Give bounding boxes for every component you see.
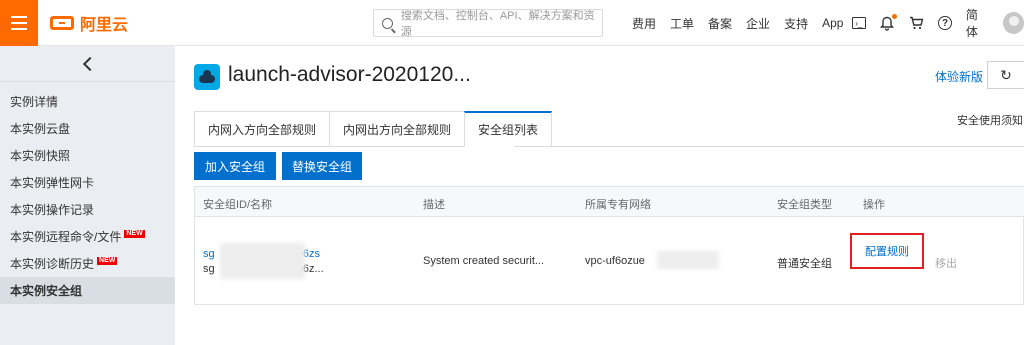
column-header-id-name: 安全组ID/名称 — [203, 199, 273, 211]
nav-link-icp[interactable]: 备案 — [708, 15, 732, 32]
cart-icon[interactable] — [909, 15, 924, 31]
terminal-icon[interactable]: ›_ — [852, 17, 866, 29]
name-prefix: sg — [203, 263, 215, 275]
search-placeholder: 搜索文档、控制台、API、解决方案和资源 — [400, 10, 595, 38]
tab-bar: 内网入方向全部规则 内网出方向全部规则 安全组列表 — [194, 111, 553, 147]
sidebar-item-operation-log[interactable]: 本实例操作记录 — [0, 196, 175, 223]
configure-rules-link[interactable]: 配置规则 — [865, 243, 909, 259]
replace-security-group-button[interactable]: 替换安全组 — [282, 152, 362, 180]
add-security-group-button[interactable]: 加入安全组 — [194, 152, 276, 180]
description-cell: System created securit... — [423, 255, 545, 267]
sidebar-item-label: 本实例弹性网卡 — [10, 176, 95, 190]
logo-text: 阿里云 — [80, 17, 129, 34]
nav-link-enterprise[interactable]: 企业 — [746, 15, 770, 32]
instance-icon — [194, 64, 220, 90]
chevron-left-icon — [82, 56, 97, 71]
sidebar-item-diagnosis-history[interactable]: 本实例诊断历史 NEW — [0, 250, 175, 277]
table-header: 安全组ID/名称 描述 所属专有网络 安全组类型 操作 — [195, 187, 1024, 217]
sidebar-item-snapshots[interactable]: 本实例快照 — [0, 142, 175, 169]
nav-link-billing[interactable]: 费用 — [632, 15, 656, 32]
notification-dot — [891, 14, 897, 19]
search-input[interactable]: 搜索文档、控制台、API、解决方案和资源 — [373, 9, 603, 38]
nav-links: 费用 工单 备案 企业 支持 App — [632, 0, 843, 46]
id-prefix: sg — [203, 248, 215, 260]
new-badge: NEW — [97, 256, 118, 265]
top-bar: 阿里云 搜索文档、控制台、API、解决方案和资源 费用 工单 备案 企业 支持 … — [0, 0, 1024, 46]
refresh-icon[interactable]: ↻ — [987, 61, 1024, 89]
bell-icon[interactable] — [880, 14, 897, 31]
security-notice-link[interactable]: 安全使用须知 — [957, 112, 1023, 128]
sidebar-item-security-groups[interactable]: 本实例安全组 — [0, 277, 175, 304]
nav-link-support[interactable]: 支持 — [784, 15, 808, 32]
group-type-cell: 普通安全组 — [777, 258, 832, 270]
sidebar-item-label: 本实例安全组 — [10, 284, 83, 298]
sidebar-item-eni[interactable]: 本实例弹性网卡 — [0, 169, 175, 196]
sidebar-item-label: 本实例操作记录 — [10, 203, 95, 217]
column-header-actions: 操作 — [863, 199, 885, 211]
vpc-prefix: vpc-uf6ozue — [585, 255, 645, 267]
tab-divider — [514, 146, 1024, 147]
sidebar-item-remote-command[interactable]: 本实例远程命令/文件 NEW — [0, 223, 175, 250]
nav-link-app[interactable]: App — [822, 16, 843, 30]
column-header-description: 描述 — [423, 199, 445, 211]
menu-icon[interactable] — [0, 0, 38, 46]
logo-icon — [50, 16, 74, 30]
tab-inbound-rules[interactable]: 内网入方向全部规则 — [194, 111, 330, 147]
sidebar-item-label: 实例详情 — [10, 95, 59, 109]
sidebar-item-label: 本实例云盘 — [10, 122, 71, 136]
help-icon[interactable]: ? — [938, 16, 952, 30]
redacted-area — [657, 251, 719, 269]
tab-security-group-list[interactable]: 安全组列表 — [464, 111, 553, 147]
logo[interactable]: 阿里云 — [50, 12, 128, 34]
tab-outbound-rules[interactable]: 内网出方向全部规则 — [329, 111, 465, 147]
column-header-type: 安全组类型 — [777, 199, 832, 211]
sidebar-item-label: 本实例诊断历史 — [10, 257, 95, 271]
sidebar-item-disks[interactable]: 本实例云盘 — [0, 115, 175, 142]
security-group-table: 安全组ID/名称 描述 所属专有网络 安全组类型 操作 sg 3n6zs sg 3n… — [194, 186, 1024, 305]
new-badge: NEW — [124, 229, 145, 238]
back-button[interactable] — [0, 46, 175, 82]
try-new-version-link[interactable]: 体验新版 — [935, 68, 983, 85]
sidebar-item-label: 本实例快照 — [10, 149, 71, 163]
nav-link-tickets[interactable]: 工单 — [670, 15, 694, 32]
search-icon — [382, 17, 393, 29]
remove-link[interactable]: 移出 — [935, 255, 957, 271]
sidebar-item-label: 本实例远程命令/文件 — [10, 230, 122, 244]
redacted-area — [220, 243, 305, 279]
avatar[interactable] — [1002, 12, 1024, 34]
nav-icons: ›_ ? 简体 — [852, 0, 1024, 46]
configure-rules-highlight: 配置规则 — [850, 233, 924, 269]
sidebar-item-instance-details[interactable]: 实例详情 — [0, 88, 175, 115]
column-header-vpc: 所属专有网络 — [585, 199, 651, 211]
page-title: launch-advisor-2020120... — [228, 63, 471, 86]
language-switch[interactable]: 简体 — [966, 6, 989, 40]
sidebar: 实例详情 本实例云盘 本实例快照 本实例弹性网卡 本实例操作记录 本实例远程命令… — [0, 46, 175, 345]
